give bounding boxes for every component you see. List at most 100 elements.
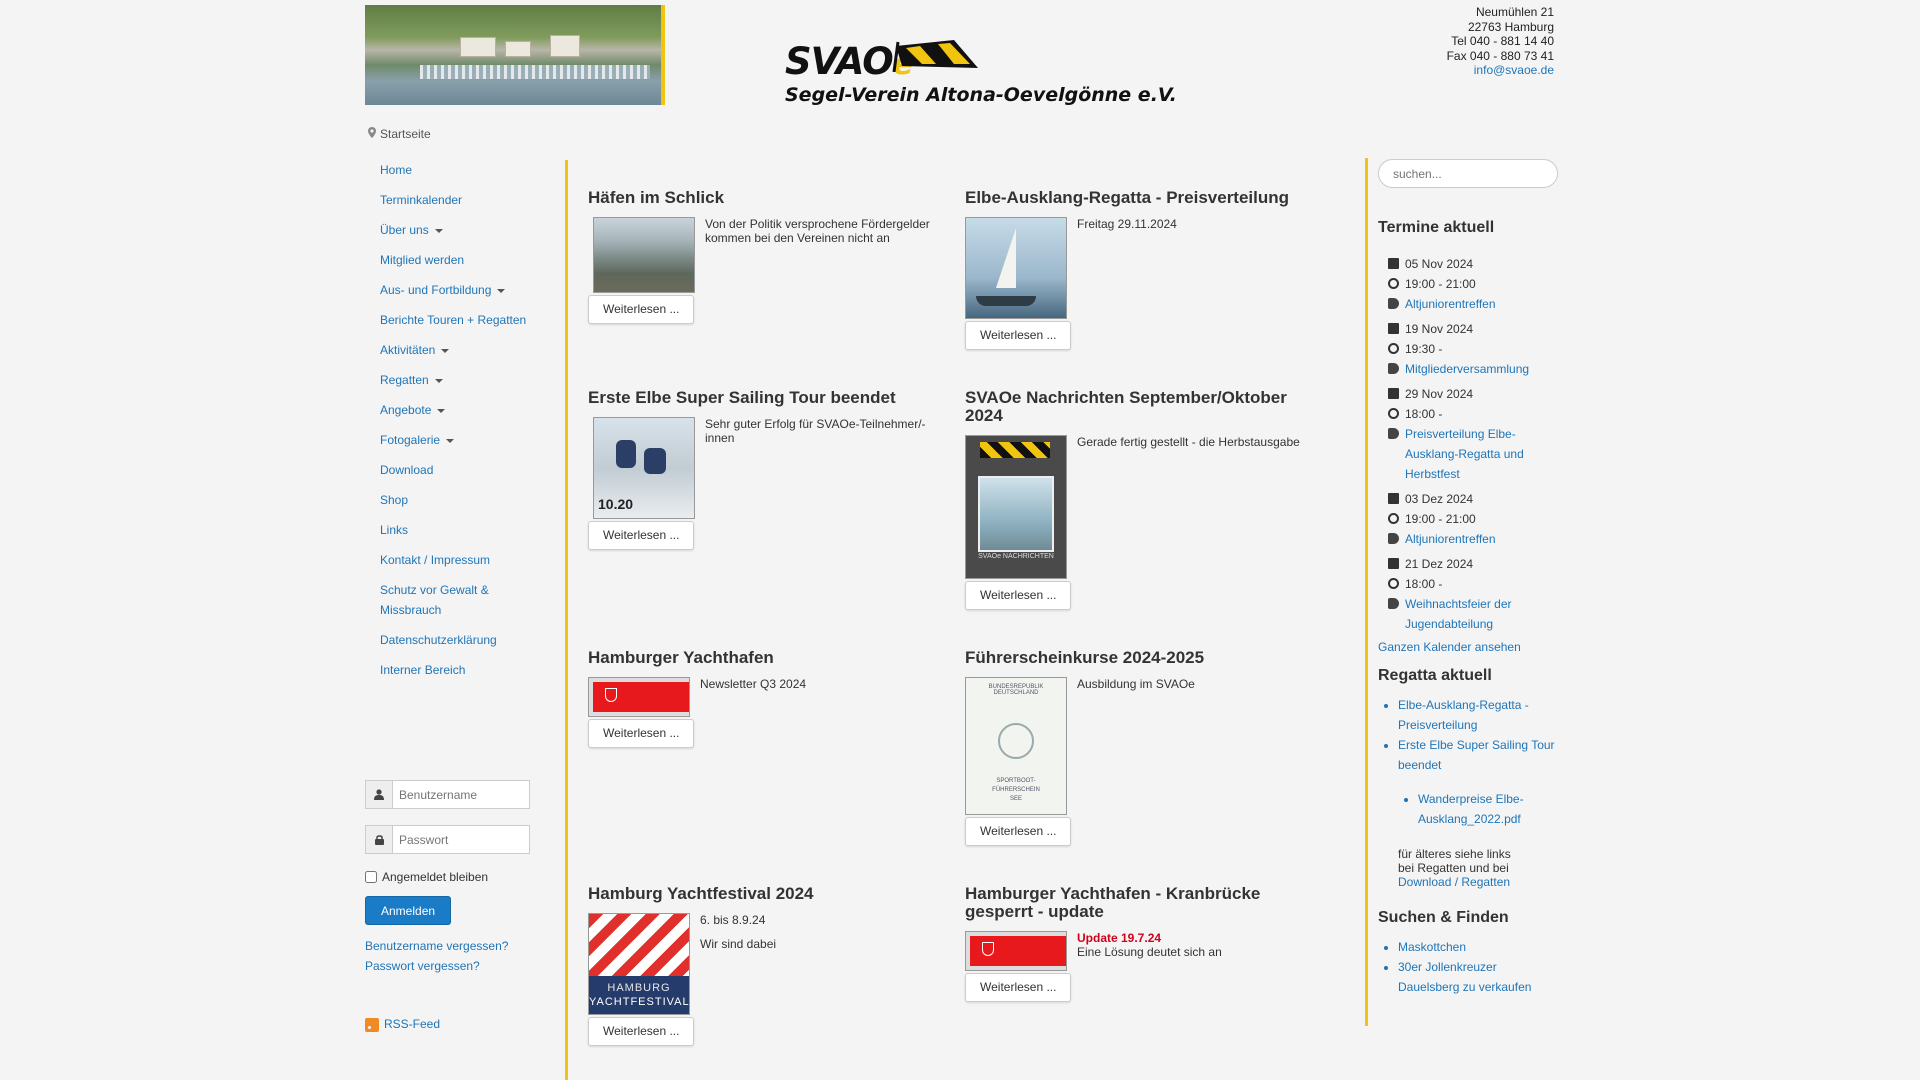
- password-input[interactable]: [392, 825, 530, 854]
- nav-link[interactable]: Schutz vor Gewalt & Missbrauch: [380, 583, 489, 617]
- nav-link[interactable]: Kontakt / Impressum: [380, 553, 490, 567]
- nav-link[interactable]: Download: [380, 463, 433, 477]
- club-logo[interactable]: SVAOe Segel-Verein Altona-Oevelgönne e.V…: [780, 36, 1177, 108]
- read-more-button[interactable]: Weiterlesen ...: [965, 321, 1072, 350]
- nav-link[interactable]: Links: [380, 523, 408, 537]
- nav-link[interactable]: Mitglied werden: [380, 253, 464, 267]
- find-link[interactable]: Maskottchen: [1398, 940, 1466, 954]
- list-item: Maskottchen: [1398, 937, 1560, 957]
- read-more-button[interactable]: Weiterlesen ...: [588, 719, 695, 748]
- event-time: 18:00 -: [1405, 577, 1443, 591]
- username-group: [365, 780, 530, 809]
- login-form: Angemeldet bleiben Anmelden Benutzername…: [365, 780, 565, 976]
- read-more-button[interactable]: Weiterlesen ...: [965, 581, 1072, 610]
- nav-item-angebote[interactable]: Angebote: [365, 395, 565, 425]
- nav-link[interactable]: Home: [380, 163, 412, 177]
- full-calendar-link[interactable]: Ganzen Kalender ansehen: [1378, 637, 1560, 657]
- article-intro-text: Eine Lösung deutet sich an: [1077, 945, 1222, 959]
- article-thumbnail[interactable]: SVAOe NACHRICHTEN: [965, 435, 1067, 579]
- article-thumbnail[interactable]: [593, 217, 695, 293]
- nav-item-terminkalender[interactable]: Terminkalender: [365, 185, 565, 215]
- article-title[interactable]: Hamburg Yachtfestival 2024: [588, 885, 948, 903]
- read-more-button[interactable]: Weiterlesen ...: [965, 973, 1072, 1002]
- event-title-link[interactable]: Weihnachtsfeier der Jugendabteilung: [1405, 594, 1535, 634]
- nav-link[interactable]: Shop: [380, 493, 408, 507]
- nav-link[interactable]: Interner Bereich: [380, 663, 465, 677]
- address-street: Neumühlen 21: [1475, 5, 1554, 19]
- nav-item-download[interactable]: Download: [365, 455, 565, 485]
- article-title[interactable]: Erste Elbe Super Sailing Tour beendet: [588, 389, 948, 407]
- read-more-button[interactable]: Weiterlesen ...: [965, 817, 1072, 846]
- nav-item-mitglied-werden[interactable]: Mitglied werden: [365, 245, 565, 275]
- lock-icon: [365, 825, 392, 854]
- article-title[interactable]: Hamburger Yachthafen: [588, 649, 948, 667]
- caret-down-icon[interactable]: [441, 348, 450, 353]
- rss-feed[interactable]: RSS-Feed: [365, 1017, 440, 1032]
- article-thumbnail[interactable]: BUNDESREPUBLIK DEUTSCHLAND SPORTBOOT- FÜ…: [965, 677, 1067, 815]
- caret-down-icon[interactable]: [434, 378, 443, 383]
- nav-item-links[interactable]: Links: [365, 515, 565, 545]
- read-more-button[interactable]: Weiterlesen ...: [588, 295, 695, 324]
- caret-down-icon[interactable]: [437, 408, 446, 413]
- nav-link[interactable]: Fotogalerie: [380, 433, 440, 447]
- nav-link[interactable]: Aus- und Fortbildung: [380, 283, 491, 297]
- event-title-link[interactable]: Altjuniorentreffen: [1405, 529, 1496, 549]
- username-input[interactable]: [392, 780, 530, 809]
- rss-link[interactable]: RSS-Feed: [384, 1017, 440, 1031]
- search-input[interactable]: [1378, 159, 1558, 188]
- nav-item-home[interactable]: Home: [365, 155, 565, 185]
- read-more-button[interactable]: Weiterlesen ...: [588, 521, 695, 550]
- nav-item-aktivitaeten[interactable]: Aktivitäten: [365, 335, 565, 365]
- nav-link[interactable]: Datenschutzerklärung: [380, 633, 497, 647]
- nav-item-berichte[interactable]: Berichte Touren + Regatten: [365, 305, 565, 335]
- download-regatten-link[interactable]: Download / Regatten: [1398, 875, 1510, 889]
- nav-link[interactable]: Angebote: [380, 403, 431, 417]
- caret-down-icon[interactable]: [446, 438, 455, 443]
- event-title-link[interactable]: Preisverteilung Elbe-Ausklang-Regatta un…: [1405, 424, 1535, 484]
- nav-item-fotogalerie[interactable]: Fotogalerie: [365, 425, 565, 455]
- nav-item-ausbildung[interactable]: Aus- und Fortbildung: [365, 275, 565, 305]
- forgot-password-link[interactable]: Passwort vergessen?: [365, 956, 565, 976]
- article-thumbnail[interactable]: HAMBURG YACHTFESTIVAL: [588, 913, 690, 1015]
- pdf-download-link[interactable]: Wanderpreise Elbe-Ausklang_2022.pdf: [1418, 792, 1524, 826]
- nav-item-shop[interactable]: Shop: [365, 485, 565, 515]
- article-thumbnail[interactable]: [588, 677, 690, 717]
- article-title[interactable]: Häfen im Schlick: [588, 189, 948, 207]
- forgot-username-link[interactable]: Benutzername vergessen?: [365, 936, 565, 956]
- regatta-link[interactable]: Erste Elbe Super Sailing Tour beendet: [1398, 738, 1555, 772]
- remember-checkbox[interactable]: [365, 871, 377, 883]
- caret-down-icon[interactable]: [434, 228, 443, 233]
- event-title-link[interactable]: Altjuniorentreffen: [1405, 294, 1496, 314]
- list-item: Elbe-Ausklang-Regatta - Preisverteilung: [1398, 695, 1560, 735]
- nav-link[interactable]: Regatten: [380, 373, 429, 387]
- article-title[interactable]: Führerscheinkurse 2024-2025: [965, 649, 1325, 667]
- article-thumbnail[interactable]: [965, 217, 1067, 319]
- nav-item-intern[interactable]: Interner Bereich: [365, 655, 565, 685]
- nav-item-kontakt[interactable]: Kontakt / Impressum: [365, 545, 565, 575]
- login-button[interactable]: Anmelden: [365, 896, 452, 925]
- nav-link[interactable]: Terminkalender: [380, 193, 462, 207]
- article-thumbnail[interactable]: [965, 931, 1067, 971]
- regatta-link[interactable]: Elbe-Ausklang-Regatta - Preisverteilung: [1398, 698, 1529, 732]
- article-title[interactable]: Elbe-Ausklang-Regatta - Preisverteilung: [965, 189, 1325, 207]
- email-link[interactable]: info@svaoe.de: [1474, 63, 1554, 77]
- caret-down-icon[interactable]: [497, 288, 506, 293]
- clock-icon: [1388, 278, 1399, 289]
- article-svaoe-nachrichten: SVAOe Nachrichten September/Oktober 2024…: [965, 389, 1325, 610]
- find-link[interactable]: 30er Jollenkreuzer Dauelsberg zu verkauf…: [1398, 960, 1531, 994]
- article-title[interactable]: Hamburger Yachthafen - Kranbrücke gesper…: [965, 885, 1325, 921]
- thumbnail-line-2: YACHTFESTIVAL: [589, 996, 690, 1008]
- nav-item-datenschutz[interactable]: Datenschutzerklärung: [365, 625, 565, 655]
- event-title-link[interactable]: Mitgliederversammlung: [1405, 359, 1529, 379]
- article-title[interactable]: SVAOe Nachrichten September/Oktober 2024: [965, 389, 1325, 425]
- remember-me[interactable]: Angemeldet bleiben: [365, 870, 565, 884]
- nav-item-ueber-uns[interactable]: Über uns: [365, 215, 565, 245]
- nav-link[interactable]: Berichte Touren + Regatten: [380, 313, 526, 327]
- nav-item-schutz[interactable]: Schutz vor Gewalt & Missbrauch: [365, 575, 565, 625]
- nav-item-regatten[interactable]: Regatten: [365, 365, 565, 395]
- read-more-button[interactable]: Weiterlesen ...: [588, 1017, 695, 1046]
- nav-link[interactable]: Aktivitäten: [380, 343, 435, 357]
- article-thumbnail[interactable]: 10.20: [593, 417, 695, 519]
- nav-link[interactable]: Über uns: [380, 223, 429, 237]
- termine-heading: Termine aktuell: [1378, 219, 1495, 236]
